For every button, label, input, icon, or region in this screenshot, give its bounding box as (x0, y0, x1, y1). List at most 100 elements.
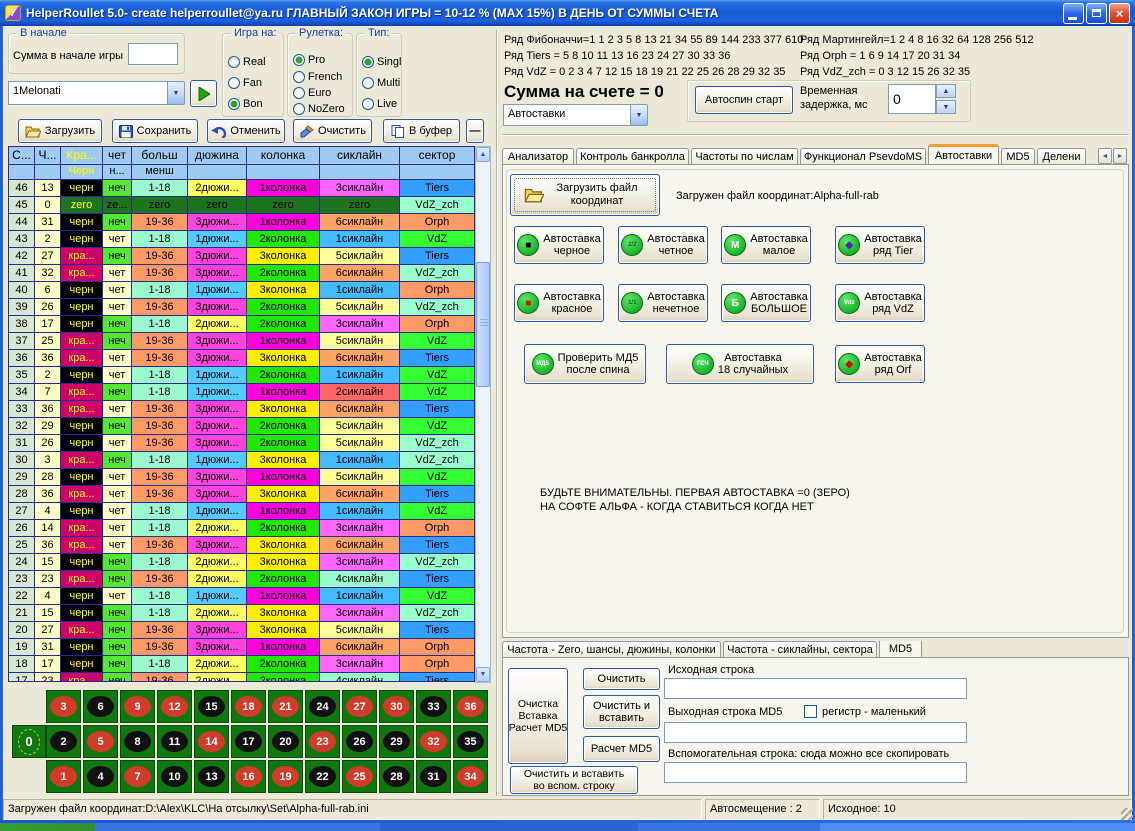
autostakes-combobox[interactable]: Автоставки ▼ (503, 104, 648, 126)
md5-out-input[interactable] (664, 722, 967, 743)
board-cell[interactable]: 13 (194, 760, 229, 793)
stake-button-11[interactable]: ◆Автоставкаряд Orf (835, 345, 925, 383)
table-row[interactable]: 1931черннеч19-363дюжи...1колонка6сиклайн… (9, 639, 475, 656)
table-row[interactable]: 4613черннеч1-182дюжи...1колонка3сиклайнT… (9, 180, 475, 197)
board-cell[interactable]: 31 (416, 760, 451, 793)
table-row[interactable]: 347кра...неч1-181дюжи...1колонка2сиклайн… (9, 384, 475, 401)
scroll-track[interactable] (476, 162, 490, 667)
toolbar-button-4[interactable]: Очистить (293, 119, 372, 143)
table-row[interactable]: 450zeroze...zerozerozerozeroVdZ_zch (9, 197, 475, 214)
column-header[interactable]: чет (103, 147, 132, 165)
radio-option-french[interactable]: French (293, 71, 342, 83)
column-header[interactable] (9, 165, 35, 180)
task-button-active[interactable] (820, 823, 1135, 831)
toolbar-button-5[interactable]: В буфер (383, 119, 460, 143)
table-row[interactable]: 2836кра...чет19-363дюжи...3колонка6сикла… (9, 486, 475, 503)
board-cell[interactable]: 4 (83, 760, 118, 793)
board-cell[interactable]: 26 (342, 725, 377, 758)
spinner-up-icon[interactable]: ▲ (936, 84, 956, 98)
table-row[interactable]: 2536кра...чет19-363дюжи...3колонка6сикла… (9, 537, 475, 554)
autospin-start-button[interactable]: Автоспин старт (695, 86, 793, 114)
board-cell[interactable]: 14 (194, 725, 229, 758)
tab-scroll-left-icon[interactable]: ◄ (1098, 148, 1112, 164)
board-cell[interactable]: 20 (268, 725, 303, 758)
board-cell[interactable]: 33 (416, 690, 451, 723)
table-row[interactable]: 3636кра...чет19-363дюжи...3колонка6сикла… (9, 350, 475, 367)
table-row[interactable]: 2928чернчет19-363дюжи...1колонка5сиклайн… (9, 469, 475, 486)
column-header[interactable]: С... (9, 147, 35, 165)
collapse-button[interactable]: — (466, 119, 484, 143)
md5-clear-paste-button[interactable]: Очистить и вставить (583, 695, 660, 729)
stake-button-4[interactable]: ◆Автоставкаряд Tier (835, 226, 925, 264)
radio-option-multi[interactable]: Multi (362, 77, 400, 89)
board-cell[interactable]: 18 (231, 690, 266, 723)
table-row[interactable]: 3336кра...чет19-363дюжи...3колонка6сикла… (9, 401, 475, 418)
board-cell[interactable]: 35 (453, 725, 488, 758)
start-button-partial[interactable] (0, 823, 95, 831)
register-checkbox[interactable] (804, 705, 817, 718)
delay-value[interactable]: 0 (888, 84, 936, 114)
radio-option-fan[interactable]: Fan (228, 77, 262, 89)
md5-calc-button[interactable]: Расчет MD5 (583, 736, 660, 762)
radio-option-pro[interactable]: Pro (293, 54, 325, 66)
table-row[interactable]: 2027кра...неч19-363дюжи...3колонка5сикла… (9, 622, 475, 639)
radio-icon[interactable] (362, 77, 374, 89)
stake-button-6[interactable]: 1/1Автоставканечетное (618, 284, 708, 322)
task-button[interactable] (95, 823, 380, 831)
table-row[interactable]: 406чернчет1-181дюжи...3колонка1сиклайнOr… (9, 282, 475, 299)
minimize-button[interactable] (1063, 3, 1084, 24)
toolbar-button-1[interactable]: Загрузить (18, 119, 102, 143)
close-button[interactable]: × (1109, 3, 1130, 24)
table-row[interactable]: 3229черннеч19-363дюжи...2колонка5сиклайн… (9, 418, 475, 435)
chevron-down-icon[interactable]: ▼ (631, 104, 648, 126)
table-row[interactable]: 3926чернчет19-363дюжи...2колонка5сиклайн… (9, 299, 475, 316)
stake-button-9[interactable]: МД5Проверить МД5после спина (524, 344, 646, 384)
board-cell[interactable]: 23 (305, 725, 340, 758)
table-row[interactable]: 3725кра...неч19-363дюжи...1колонка5сикла… (9, 333, 475, 350)
resize-grip[interactable] (1121, 808, 1133, 820)
scroll-up-icon[interactable]: ▲ (476, 147, 490, 162)
table-row[interactable]: 303кра...неч1-181дюжи...3колонка1сиклайн… (9, 452, 475, 469)
radio-icon[interactable] (228, 56, 240, 68)
board-cell[interactable]: 9 (120, 690, 155, 723)
scroll-thumb[interactable] (476, 262, 490, 387)
board-cell[interactable]: 22 (305, 760, 340, 793)
column-header[interactable] (35, 165, 61, 180)
table-row[interactable]: 1723кра...неч19-362дюжи...2колонка4сикла… (9, 673, 475, 682)
stake-button-5[interactable]: ■Автоставкакрасное (514, 284, 604, 322)
board-cell[interactable]: 29 (379, 725, 414, 758)
board-cell[interactable]: 21 (268, 690, 303, 723)
board-cell[interactable]: 34 (453, 760, 488, 793)
bottom-tab-3[interactable]: MD5 (879, 641, 922, 658)
stake-button-8[interactable]: VdzАвтоставкаряд VdZ (835, 284, 925, 322)
radio-icon[interactable] (293, 71, 305, 83)
md5-clear-button[interactable]: Очистить (583, 668, 660, 690)
board-cell[interactable]: 19 (268, 760, 303, 793)
table-row[interactable]: 4227кра...неч19-363дюжи...3колонка5сикла… (9, 248, 475, 265)
column-header[interactable]: Ч... (35, 147, 61, 165)
board-cell[interactable]: 10 (157, 760, 192, 793)
board-cell[interactable]: 24 (305, 690, 340, 723)
board-cell[interactable]: 17 (231, 725, 266, 758)
table-row[interactable]: 1817черннеч1-182дюжи...2колонка3сиклайнO… (9, 656, 475, 673)
radio-option-nozero[interactable]: NoZero (293, 103, 345, 115)
tab-5[interactable]: Автоставки (928, 144, 999, 165)
load-coords-button[interactable]: Загрузить файл координат (510, 174, 660, 216)
maximize-button[interactable] (1086, 3, 1107, 24)
radio-option-bon[interactable]: Bon (228, 98, 263, 110)
board-cell-zero[interactable]: 0 (12, 725, 46, 758)
chevron-down-icon[interactable]: ▼ (168, 81, 185, 105)
radio-option-real[interactable]: Real (228, 56, 266, 68)
tab-1[interactable]: Анализатор (502, 148, 574, 165)
tab-2[interactable]: Контроль банкролла (576, 148, 689, 165)
board-cell[interactable]: 11 (157, 725, 192, 758)
radio-icon[interactable] (362, 56, 374, 68)
column-header[interactable] (188, 165, 247, 180)
start-spin-button[interactable] (190, 80, 217, 107)
stake-button-10[interactable]: ГСЧАвтоставка18 случайных (666, 344, 814, 384)
table-row[interactable]: 4132кра...чет19-363дюжи...2колонка6сикла… (9, 265, 475, 282)
board-cell[interactable]: 2 (46, 725, 81, 758)
table-row[interactable]: 274чернчет1-181дюжи...1колонка1сиклайнVd… (9, 503, 475, 520)
table-row[interactable]: 3817черннеч1-182дюжи...2колонка3сиклайнO… (9, 316, 475, 333)
table-row[interactable]: 3126чернчет19-363дюжи...2колонка5сиклайн… (9, 435, 475, 452)
